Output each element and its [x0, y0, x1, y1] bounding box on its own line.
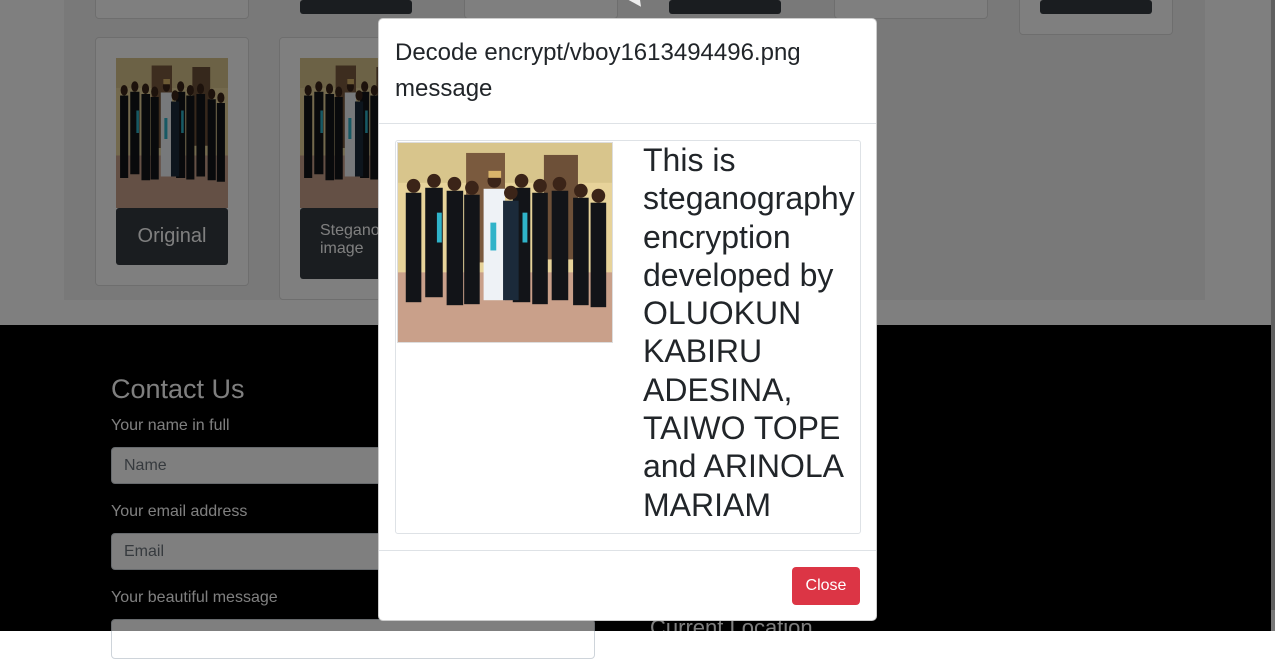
decoded-image: [397, 142, 613, 343]
decode-modal: Decode encrypt/vboy1613494496.png messag…: [378, 18, 877, 621]
modal-footer: Close: [379, 550, 876, 620]
close-button[interactable]: Close: [792, 567, 860, 605]
modal-header: Decode encrypt/vboy1613494496.png messag…: [379, 19, 876, 124]
modal-title: Decode encrypt/vboy1613494496.png messag…: [395, 39, 801, 102]
modal-body: This is steganography encryption develop…: [395, 140, 861, 534]
decoded-message: This is steganography encryption develop…: [643, 142, 855, 523]
